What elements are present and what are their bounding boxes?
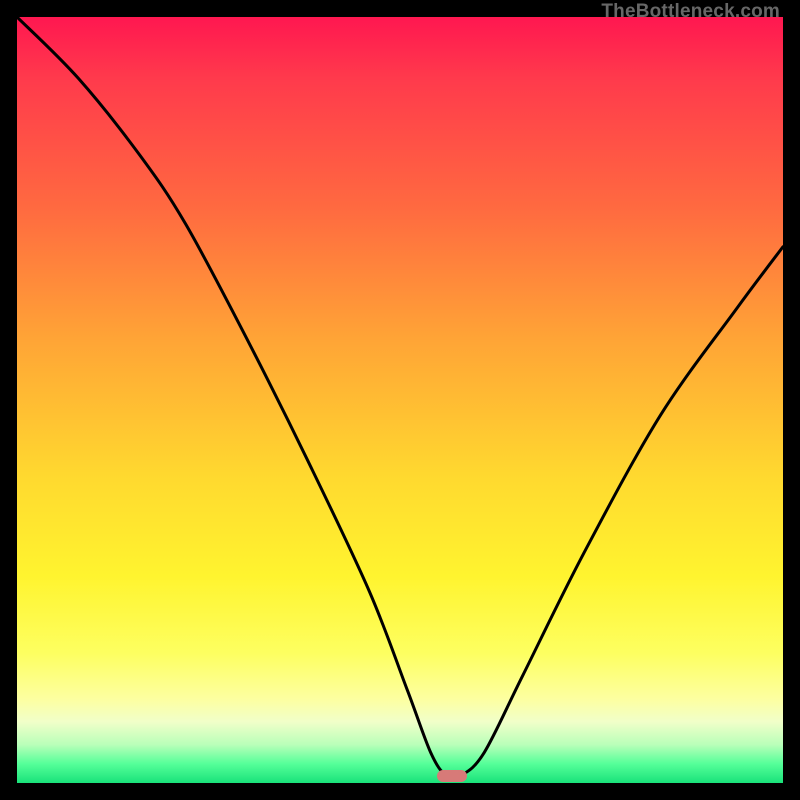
plot-area [17, 17, 783, 783]
watermark-text: TheBottleneck.com [601, 1, 780, 23]
optimal-marker [437, 770, 467, 782]
bottleneck-curve [17, 17, 783, 783]
chart-frame: TheBottleneck.com [0, 0, 800, 800]
